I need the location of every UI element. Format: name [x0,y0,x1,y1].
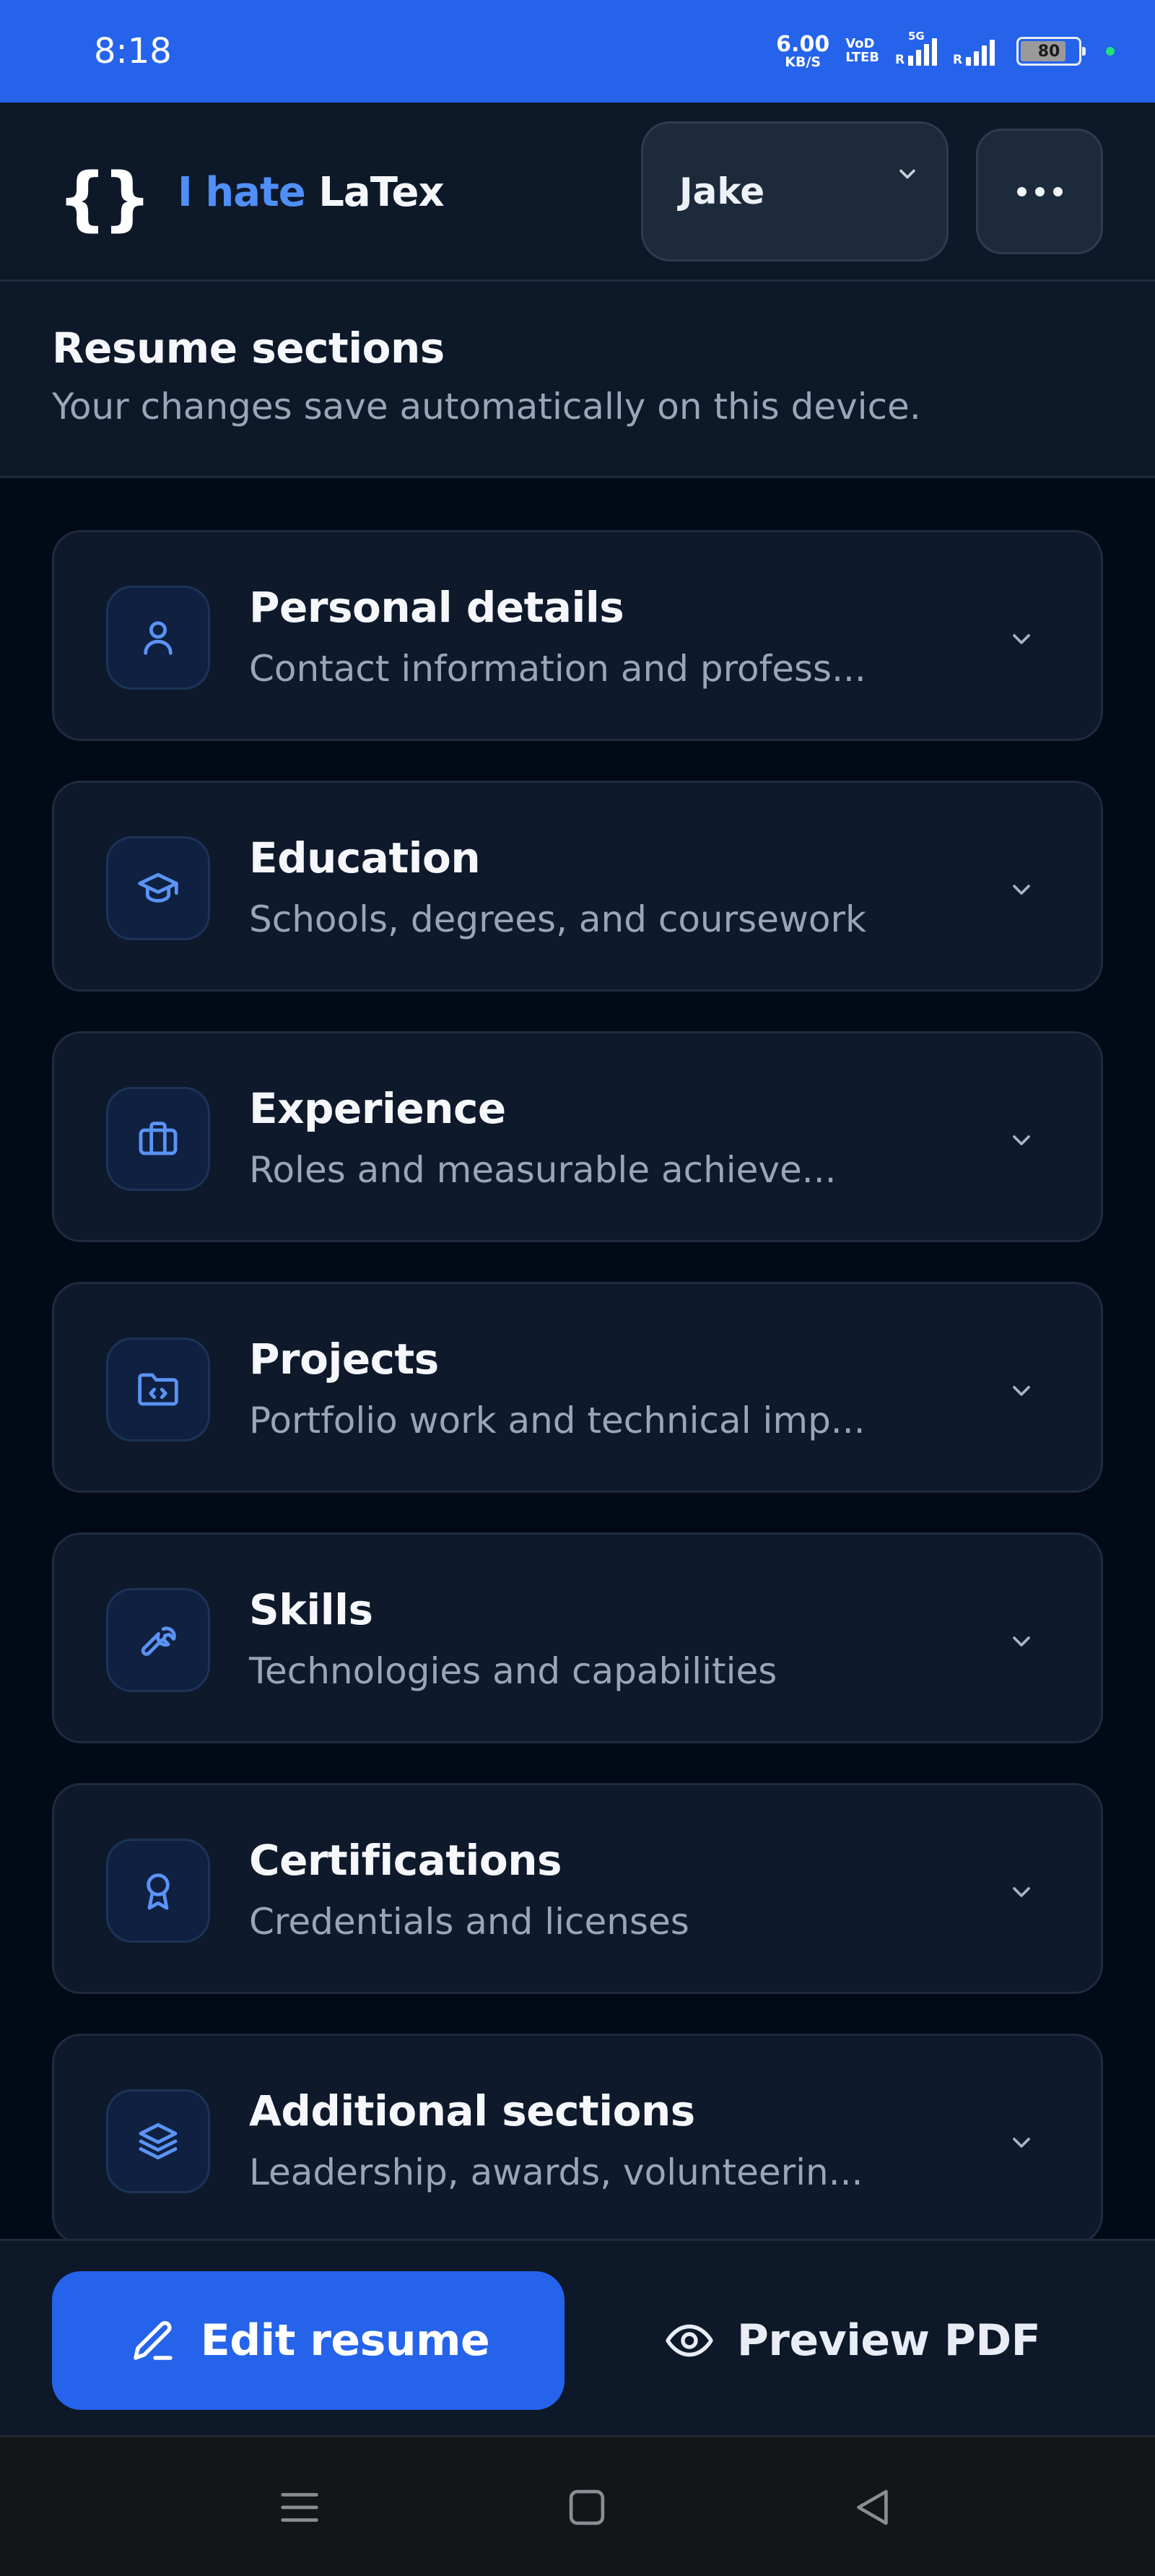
curly-braces-icon: {} [52,153,153,244]
layers-icon [106,2089,210,2193]
status-bar: 8:18 6.00 KB/S VoD LTEB 5G R R 80 [0,0,1155,103]
chevron-down-icon [1013,2138,1030,2148]
section-title: Additional sections [249,2086,695,2135]
signal-icon: R [953,37,995,67]
section-subtitle: Schools, degrees, and coursework [249,898,866,940]
preview-pdf-label: Preview PDF [736,2315,1041,2366]
chevron-down-icon [1013,1135,1030,1145]
section-title: Personal details [249,583,624,632]
status-indicators: 6.00 KB/S VoD LTEB 5G R R 80 [776,30,1115,70]
network-speed-value: 6.00 [776,31,830,57]
brand-part1: I hate [178,169,306,216]
page-subtitle: Your changes save automatically on this … [52,386,921,428]
edit-resume-label: Edit resume [200,2315,490,2366]
battery-level: 80 [1037,42,1060,61]
system-navigation-bar [0,2435,1155,2576]
section-subtitle: Roles and measurable achieve... [249,1149,837,1191]
signal-5g-icon: 5G R [895,30,937,67]
chevron-down-icon [1013,885,1030,895]
pencil-icon [134,2321,173,2360]
section-title: Experience [249,1084,506,1133]
profile-name: Jake [679,170,765,212]
section-subtitle: Portfolio work and technical imp... [249,1400,866,1441]
recent-apps-icon[interactable] [274,2482,325,2533]
chevron-down-icon [899,169,915,179]
section-card-certifications[interactable]: Certifications Credentials and licenses [52,1783,1103,1994]
briefcase-icon [106,1087,210,1191]
section-card-projects[interactable]: Projects Portfolio work and technical im… [52,1282,1103,1493]
section-subtitle: Credentials and licenses [249,1901,689,1943]
chevron-down-icon [1013,1887,1030,1897]
section-card-personal-details[interactable]: Personal details Contact information and… [52,530,1103,741]
section-title: Certifications [249,1836,562,1885]
section-subtitle: Technologies and capabilities [249,1650,777,1692]
chevron-down-icon [1013,1386,1030,1396]
section-card-experience[interactable]: Experience Roles and measurable achieve.… [52,1031,1103,1242]
preview-pdf-button[interactable]: Preview PDF [650,2271,1054,2410]
more-horizontal-icon [1016,186,1027,196]
chevron-down-icon [1013,1636,1030,1647]
eye-icon [666,2324,713,2357]
folder-code-icon [106,1337,210,1441]
roaming-label-2: R [953,53,963,67]
app-brand: I hate LaTex [178,169,445,216]
app-header: {} I hate LaTex Jake [0,103,1155,282]
back-icon[interactable] [846,2482,897,2533]
chevron-down-icon [1013,634,1030,644]
roaming-label: R [895,53,905,67]
wrench-icon [106,1588,210,1692]
network-speed-unit: KB/S [785,53,821,70]
graduation-cap-icon [106,836,210,940]
battery-icon: 80 [1016,37,1086,66]
section-title: Projects [249,1335,439,1384]
section-title: Education [249,833,481,882]
logo-glyph: {} [57,158,152,239]
award-icon [106,1839,210,1943]
status-time: 8:18 [94,31,172,71]
page-title: Resume sections [52,324,445,373]
section-card-education[interactable]: Education Schools, degrees, and coursewo… [52,781,1103,992]
network-badge: 5G [908,30,925,43]
section-card-skills[interactable]: Skills Technologies and capabilities [52,1532,1103,1743]
volte-line2: LTEB [845,50,879,65]
network-speed: 6.00 KB/S [776,31,830,70]
sections-header: Resume sections Your changes save automa… [0,282,1155,478]
bottom-action-bar: Edit resume Preview PDF [0,2239,1155,2435]
privacy-indicator-dot [1106,47,1115,56]
volte-icon: VoD LTEB [845,37,879,65]
section-card-additional-sections[interactable]: Additional sections Leadership, awards, … [52,2034,1103,2245]
section-title: Skills [249,1585,373,1634]
profile-select[interactable]: Jake [641,121,949,261]
section-subtitle: Contact information and profess... [249,648,866,690]
more-options-button[interactable] [976,129,1103,254]
edit-resume-button[interactable]: Edit resume [52,2271,565,2410]
brand-part2: LaTex [318,169,444,216]
section-list: Personal details Contact information and… [52,530,1103,2284]
home-icon[interactable] [562,2482,612,2533]
user-icon [106,586,210,690]
section-subtitle: Leadership, awards, volunteerin... [249,2151,863,2193]
